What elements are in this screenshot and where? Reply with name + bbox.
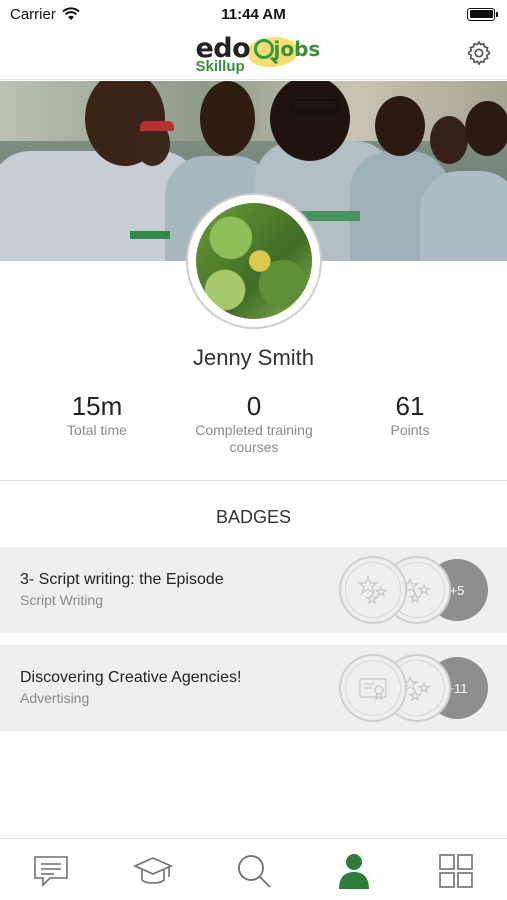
status-bar: Carrier 11:44 AM <box>0 0 507 28</box>
stat-value: 15m <box>71 391 123 421</box>
badge-course-category: Script Writing <box>20 592 103 608</box>
badge-row[interactable]: Discovering Creative Agencies! Advertisi… <box>0 645 507 731</box>
stat-label: Points <box>390 422 430 438</box>
stat-total-time: 15m Total time <box>42 390 152 439</box>
graduation-cap-icon <box>133 857 173 884</box>
badge-row[interactable]: 3- Script writing: the Episode Script Wr… <box>0 547 507 633</box>
stat-completed-courses: 0 Completed training courses <box>188 390 320 456</box>
profile-icon <box>339 854 369 889</box>
tab-courses[interactable] <box>133 851 173 891</box>
tab-menu[interactable] <box>436 851 476 891</box>
section-divider <box>0 480 507 481</box>
tab-search[interactable] <box>234 851 274 891</box>
badge-course-title: Discovering Creative Agencies! <box>20 669 242 686</box>
stat-label: Completed training courses <box>195 422 313 455</box>
stat-value: 0 <box>246 391 262 421</box>
settings-button[interactable] <box>465 39 493 67</box>
logo-skillup-text: Skillup <box>195 57 245 75</box>
stat-points: 61 Points <box>355 390 465 439</box>
carrier-label: Carrier <box>10 5 56 23</box>
avatar-image <box>196 203 312 319</box>
tab-profile[interactable] <box>334 851 374 891</box>
wifi-icon <box>62 7 80 20</box>
tab-messages[interactable] <box>31 851 71 891</box>
badges-section-title: BADGES <box>215 507 292 527</box>
profile-avatar[interactable] <box>186 193 322 329</box>
logo-jobs-text: jobs <box>273 36 321 61</box>
certificate-badge-icon <box>339 654 407 722</box>
app-header: edo jobs Skillup <box>0 28 507 80</box>
stat-label: Total time <box>67 422 127 438</box>
bottom-tab-bar <box>0 838 507 900</box>
battery-icon <box>467 7 498 21</box>
chat-icon <box>34 856 68 887</box>
user-name: Jenny Smith <box>192 345 315 370</box>
logo-magnifier-icon <box>253 38 274 59</box>
grid-icon <box>439 854 473 888</box>
status-left: Carrier <box>10 6 80 23</box>
search-icon <box>238 855 271 888</box>
stars-badge-icon <box>339 556 407 624</box>
gear-icon <box>467 40 491 66</box>
badge-course-title: 3- Script writing: the Episode <box>20 571 224 588</box>
badge-course-category: Advertising <box>20 690 90 706</box>
app-logo: edo jobs Skillup <box>194 31 321 77</box>
stat-value: 61 <box>395 391 425 421</box>
